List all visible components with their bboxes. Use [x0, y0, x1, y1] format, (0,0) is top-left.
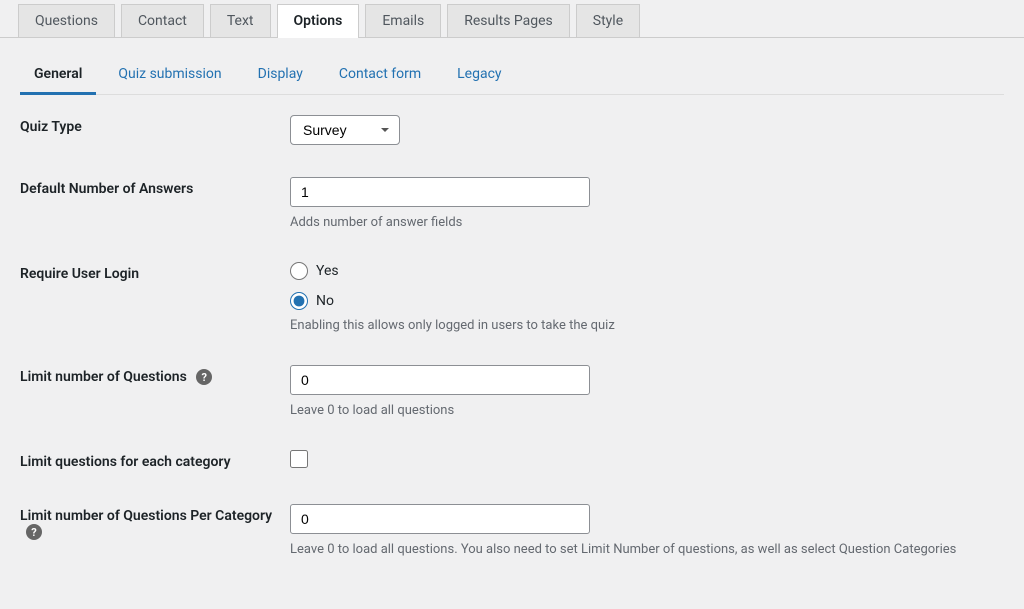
secondary-tabs: General Quiz submission Display Contact … — [20, 56, 1004, 95]
subtab-legacy[interactable]: Legacy — [443, 56, 515, 94]
require-login-yes-label: Yes — [316, 263, 339, 279]
limit-questions-label: Limit number of Questions ? — [20, 365, 290, 385]
require-login-help: Enabling this allows only logged in user… — [290, 318, 1004, 333]
quiz-type-select[interactable]: Survey — [290, 115, 400, 145]
default-answers-input[interactable] — [290, 177, 590, 207]
help-icon[interactable]: ? — [196, 369, 212, 385]
limit-per-category-help: Leave 0 to load all questions. You also … — [290, 542, 1004, 557]
tab-emails[interactable]: Emails — [365, 4, 441, 37]
require-login-label: Require User Login — [20, 262, 290, 282]
require-login-yes-radio[interactable] — [290, 262, 308, 280]
subtab-quiz-submission[interactable]: Quiz submission — [104, 56, 235, 94]
tab-style[interactable]: Style — [576, 4, 640, 37]
limit-questions-input[interactable] — [290, 365, 590, 395]
require-login-no-label: No — [316, 293, 334, 309]
require-login-yes[interactable]: Yes — [290, 262, 1004, 280]
limit-questions-help: Leave 0 to load all questions — [290, 403, 1004, 418]
subtab-contact-form[interactable]: Contact form — [325, 56, 435, 94]
default-answers-help: Adds number of answer fields — [290, 215, 1004, 230]
primary-tabs: Questions Contact Text Options Emails Re… — [0, 0, 1024, 38]
tab-contact[interactable]: Contact — [121, 4, 204, 37]
require-login-no[interactable]: No — [290, 292, 1004, 310]
limit-per-category-check-label: Limit questions for each category — [20, 450, 290, 470]
default-answers-label: Default Number of Answers — [20, 177, 290, 197]
tab-text[interactable]: Text — [210, 4, 271, 37]
require-login-no-radio[interactable] — [290, 292, 308, 310]
tab-options[interactable]: Options — [277, 4, 360, 37]
tab-results-pages[interactable]: Results Pages — [447, 4, 570, 37]
tab-questions[interactable]: Questions — [18, 4, 115, 37]
limit-per-category-label: Limit number of Questions Per Category ? — [20, 504, 290, 540]
limit-per-category-input[interactable] — [290, 504, 590, 534]
subtab-display[interactable]: Display — [244, 56, 317, 94]
help-icon[interactable]: ? — [26, 524, 42, 540]
quiz-type-label: Quiz Type — [20, 115, 290, 135]
limit-per-category-checkbox[interactable] — [290, 450, 308, 468]
subtab-general[interactable]: General — [20, 56, 96, 95]
